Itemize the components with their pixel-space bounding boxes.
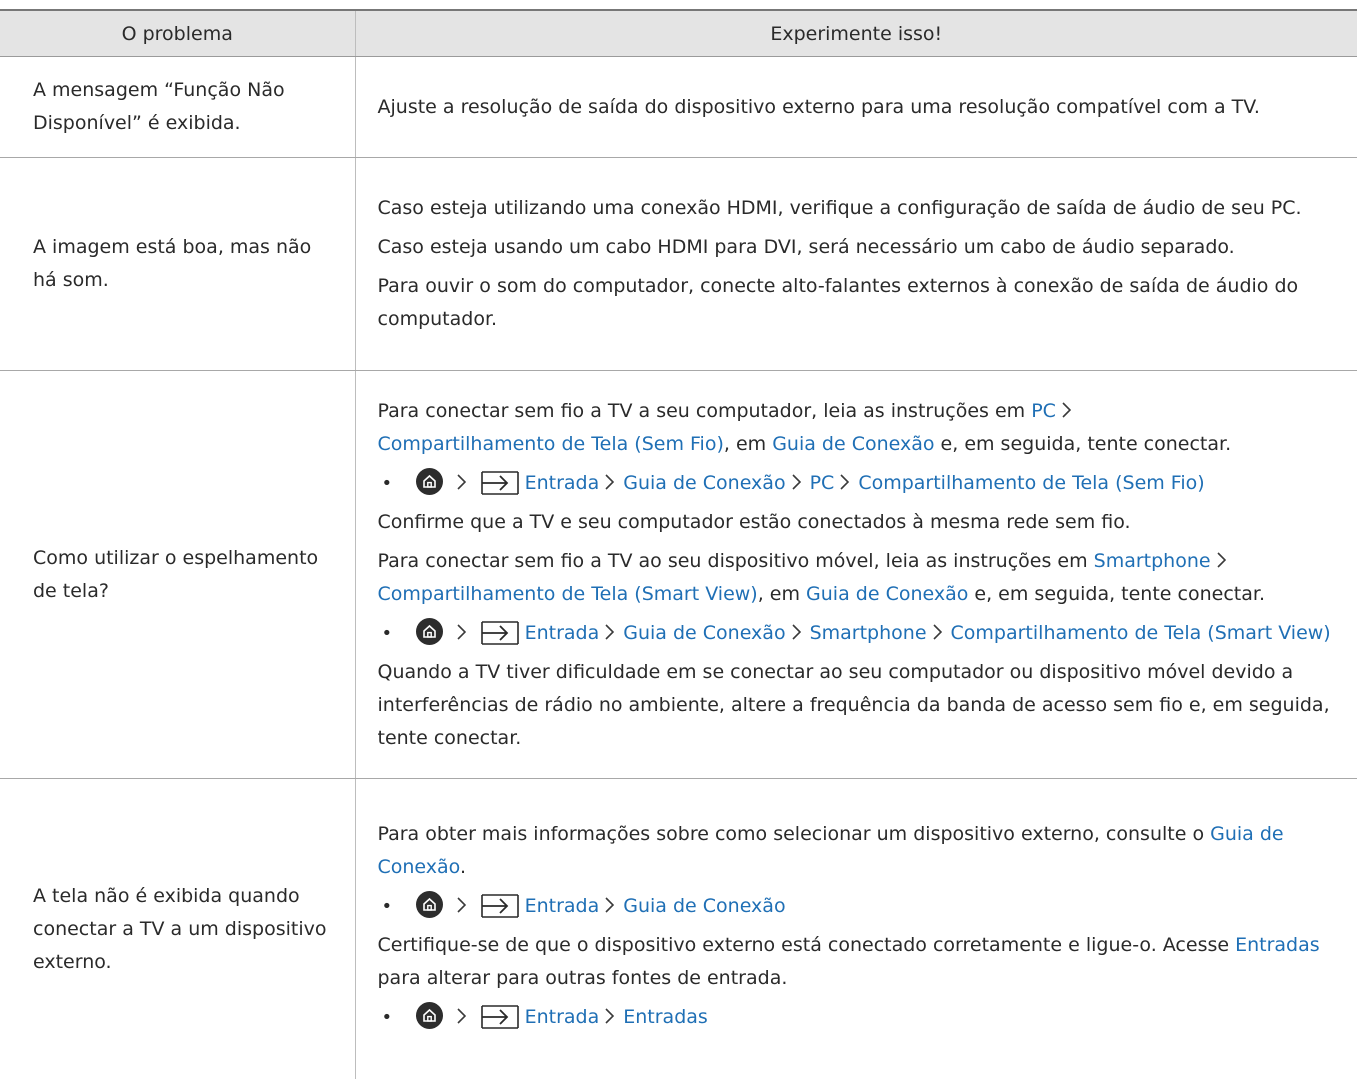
solution-text: Para conectar sem fio a TV a seu computa…: [378, 395, 1346, 461]
problem-cell: A mensagem “Função Não Disponível” é exi…: [0, 57, 355, 158]
chevron-right-icon: [840, 474, 849, 490]
chevron-right-icon: [933, 624, 942, 640]
chevron-right-icon: [605, 474, 614, 490]
input-source-icon: [481, 894, 519, 918]
input-source-icon: [481, 471, 519, 495]
chevron-right-icon: [1062, 402, 1071, 418]
chevron-right-icon: [457, 624, 466, 640]
bullet: •: [382, 467, 393, 500]
path-item[interactable]: Entrada: [525, 895, 600, 917]
chevron-right-icon: [605, 1008, 614, 1024]
link-screen-sharing-wireless[interactable]: Compartilhamento de Tela (Sem Fio): [378, 433, 724, 455]
table-header-row: O problema Experimente isso!: [0, 10, 1357, 57]
input-source-icon: [481, 1005, 519, 1029]
bullet: •: [382, 617, 393, 650]
text-span: Para conectar sem fio a TV ao seu dispos…: [378, 550, 1094, 572]
solution-text: Para conectar sem fio a TV ao seu dispos…: [378, 545, 1346, 611]
link-inputs[interactable]: Entradas: [1235, 934, 1320, 956]
menu-path: • Entrada Guia de Conexão PC Compartilhamen…: [378, 467, 1346, 500]
path-item[interactable]: Compartilhamento de Tela (Smart View): [951, 622, 1331, 644]
chevron-right-icon: [457, 474, 466, 490]
table-row: A imagem está boa, mas não há som. Caso …: [0, 158, 1357, 371]
solution-text: Para ouvir o som do computador, conecte …: [378, 270, 1346, 336]
text-span: e, em seguida, tente conectar.: [935, 433, 1232, 455]
header-solution: Experimente isso!: [355, 10, 1357, 57]
path-item[interactable]: PC: [810, 472, 835, 494]
chevron-right-icon: [792, 624, 801, 640]
menu-path: • Entrada Entradas: [378, 1001, 1346, 1034]
bullet: •: [382, 890, 393, 923]
menu-path: • Entrada Guia de Conexão Smartphone Compar…: [378, 617, 1346, 650]
path-item[interactable]: Compartilhamento de Tela (Sem Fio): [858, 472, 1204, 494]
chevron-right-icon: [605, 624, 614, 640]
path-item[interactable]: Guia de Conexão: [623, 622, 785, 644]
text-span: Para conectar sem fio a TV a seu computa…: [378, 400, 1032, 422]
table-row: A mensagem “Função Não Disponível” é exi…: [0, 57, 1357, 158]
path-item[interactable]: Entrada: [525, 622, 600, 644]
home-icon: [416, 618, 443, 645]
text-span: Certifique-se de que o dispositivo exter…: [378, 934, 1236, 956]
text-span: , em: [758, 583, 806, 605]
path-item[interactable]: Entrada: [525, 1006, 600, 1028]
problem-cell: Como utilizar o espelhamento de tela?: [0, 371, 355, 779]
link-screen-sharing-smart-view[interactable]: Compartilhamento de Tela (Smart View): [378, 583, 758, 605]
troubleshooting-table: O problema Experimente isso! A mensagem …: [0, 9, 1357, 1079]
home-icon: [416, 468, 443, 495]
text-span: para alterar para outras fontes de entra…: [378, 967, 788, 989]
path-item[interactable]: Guia de Conexão: [623, 472, 785, 494]
solution-text: Ajuste a resolução de saída do dispositi…: [378, 91, 1346, 124]
problem-cell: A tela não é exibida quando conectar a T…: [0, 779, 355, 1079]
solution-text: Confirme que a TV e seu computador estão…: [378, 506, 1346, 539]
chevron-right-icon: [1217, 552, 1226, 568]
solution-cell: Caso esteja utilizando uma conexão HDMI,…: [355, 158, 1357, 371]
link-pc[interactable]: PC: [1031, 400, 1056, 422]
solution-text: Caso esteja usando um cabo HDMI para DVI…: [378, 231, 1346, 264]
solution-cell: Para obter mais informações sobre como s…: [355, 779, 1357, 1079]
solution-text: Quando a TV tiver dificuldade em se cone…: [378, 656, 1346, 755]
text-span: e, em seguida, tente conectar.: [968, 583, 1265, 605]
link-connection-guide[interactable]: Guia de Conexão: [806, 583, 968, 605]
solution-text: Caso esteja utilizando uma conexão HDMI,…: [378, 192, 1346, 225]
menu-path: • Entrada Guia de Conexão: [378, 890, 1346, 923]
solution-text: Certifique-se de que o dispositivo exter…: [378, 929, 1346, 995]
problem-cell: A imagem está boa, mas não há som.: [0, 158, 355, 371]
text-span: Para obter mais informações sobre como s…: [378, 823, 1211, 845]
path-item[interactable]: Guia de Conexão: [623, 895, 785, 917]
home-icon: [416, 1002, 443, 1029]
table-row: Como utilizar o espelhamento de tela? Pa…: [0, 371, 1357, 779]
chevron-right-icon: [457, 897, 466, 913]
link-connection-guide[interactable]: Guia de Conexão: [772, 433, 934, 455]
table-row: A tela não é exibida quando conectar a T…: [0, 779, 1357, 1079]
header-problem: O problema: [0, 10, 355, 57]
chevron-right-icon: [457, 1008, 466, 1024]
solution-text: Para obter mais informações sobre como s…: [378, 818, 1346, 884]
text-span: .: [460, 856, 466, 878]
path-item[interactable]: Smartphone: [810, 622, 927, 644]
text-span: , em: [724, 433, 772, 455]
path-item[interactable]: Entradas: [623, 1006, 708, 1028]
chevron-right-icon: [792, 474, 801, 490]
solution-cell: Ajuste a resolução de saída do dispositi…: [355, 57, 1357, 158]
link-smartphone[interactable]: Smartphone: [1094, 550, 1211, 572]
bullet: •: [382, 1001, 393, 1034]
home-icon: [416, 891, 443, 918]
input-source-icon: [481, 621, 519, 645]
chevron-right-icon: [605, 897, 614, 913]
path-item[interactable]: Entrada: [525, 472, 600, 494]
solution-cell: Para conectar sem fio a TV a seu computa…: [355, 371, 1357, 779]
